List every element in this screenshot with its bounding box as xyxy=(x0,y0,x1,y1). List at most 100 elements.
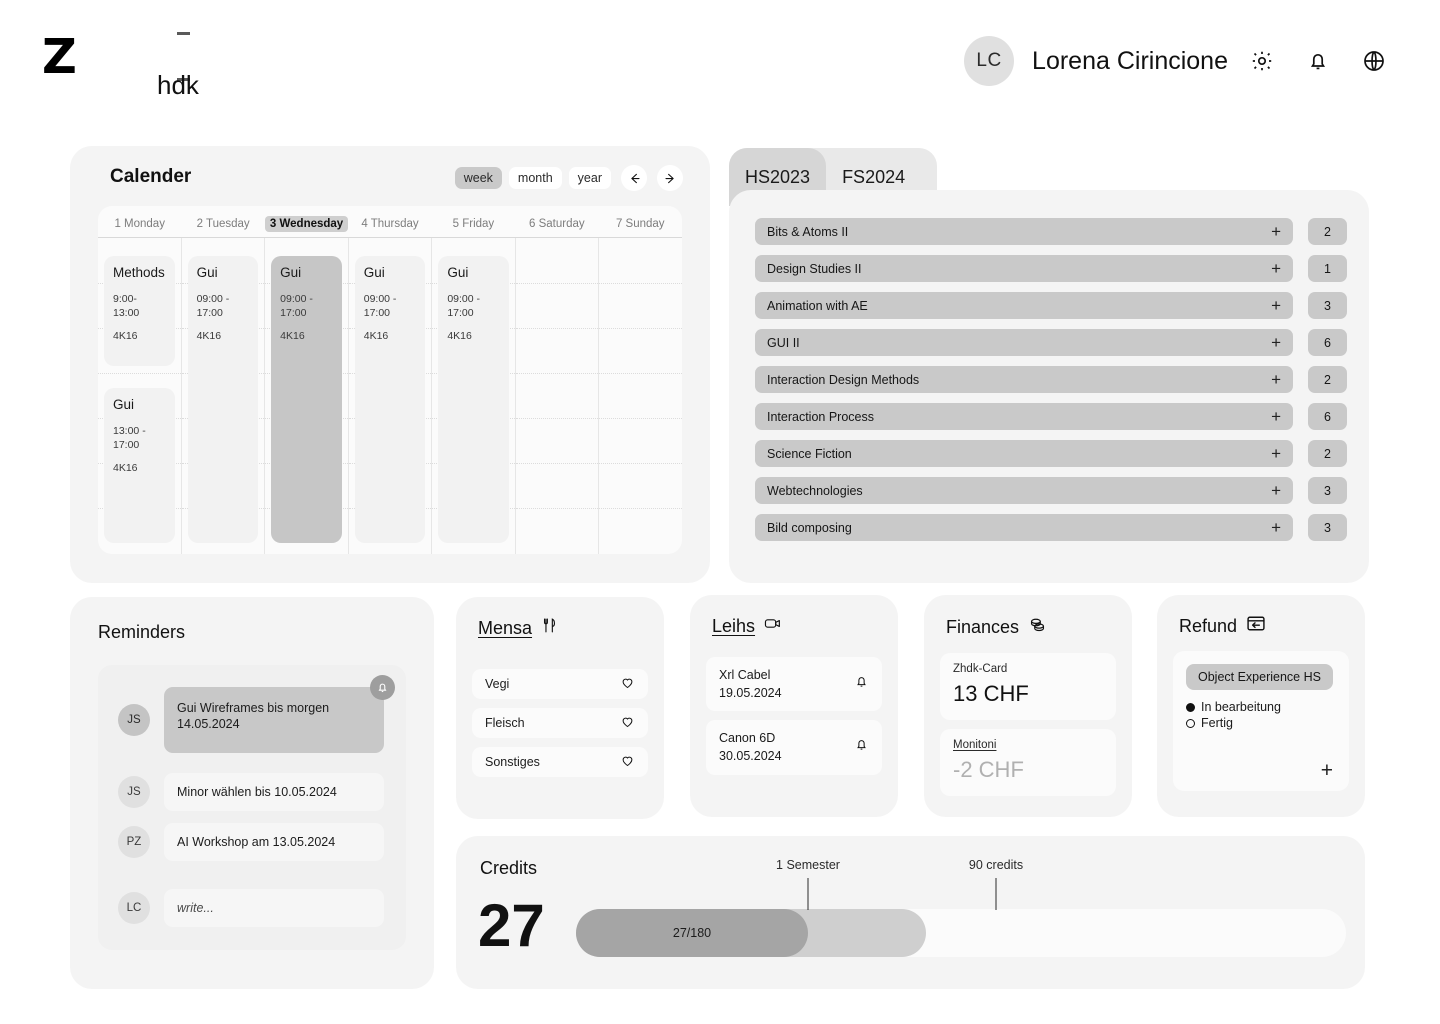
reminder-input[interactable]: write... xyxy=(164,889,384,928)
view-year-button[interactable]: year xyxy=(568,167,611,189)
calendar-day-column[interactable]: Gui 09:00 -17:00 4K16 xyxy=(348,238,433,554)
logo[interactable]: Z hdk xyxy=(42,26,199,100)
add-course-icon[interactable]: + xyxy=(1271,223,1281,240)
reminder-compose-row[interactable]: LC write... xyxy=(118,889,384,928)
finance-card[interactable]: Zhdk-Card 13 CHF xyxy=(940,653,1116,720)
heart-icon[interactable] xyxy=(620,714,635,732)
calendar-day-label: 2 Tuesday xyxy=(196,218,250,230)
course-pill[interactable]: Bits & Atoms II + xyxy=(755,218,1293,245)
course-pill[interactable]: Design Studies II + xyxy=(755,255,1293,282)
course-pill[interactable]: Interaction Design Methods + xyxy=(755,366,1293,393)
calendar-day-header[interactable]: 2 Tuesday xyxy=(181,216,264,237)
calendar-event[interactable]: Gui 09:00 -17:00 4K16 xyxy=(187,256,259,543)
reminder-item[interactable]: PZ AI Workshop am 13.05.2024 xyxy=(118,823,384,862)
mensa-item[interactable]: Fleisch xyxy=(472,708,648,738)
coins-icon xyxy=(1028,615,1047,639)
credits-marker-label: 1 Semester xyxy=(776,858,840,872)
calendar-day-column[interactable]: Methods 9:00- 13:00 4K16 Gui 13:00 -17:00 4K16 xyxy=(98,238,182,554)
event-time: 09:00 -17:00 xyxy=(280,293,313,320)
bell-icon[interactable] xyxy=(854,737,869,757)
avatar[interactable]: LC xyxy=(964,36,1015,86)
calendar-event[interactable]: Gui 09:00 -17:00 4K16 xyxy=(438,256,509,543)
calendar-day-header[interactable]: 3 Wednesday xyxy=(264,216,349,237)
calendar-day-column[interactable] xyxy=(599,238,682,554)
calendar-event[interactable]: Gui 13:00 -17:00 4K16 xyxy=(104,388,175,543)
next-week-button[interactable] xyxy=(657,165,683,191)
calendar-day-header[interactable]: 5 Friday xyxy=(432,216,515,237)
calendar-day-column[interactable]: Gui 09:00 -17:00 4K16 xyxy=(181,238,266,554)
leihs-item-text: Canon 6D 30.05.2024 xyxy=(719,729,854,765)
mensa-items: Vegi Fleisch Sonstiges xyxy=(472,669,648,786)
event-room: 4K16 xyxy=(113,462,138,475)
course-credits-badge: 2 xyxy=(1308,440,1347,467)
calendar-body[interactable]: Methods 9:00- 13:00 4K16 Gui 13:00 -17:00 4K16… xyxy=(98,238,682,554)
calendar-day-header[interactable]: 7 Sunday xyxy=(599,216,682,237)
course-name: Design Studies II xyxy=(767,261,862,276)
add-refund-button[interactable]: + xyxy=(1321,759,1333,783)
course-pill[interactable]: GUI II + xyxy=(755,329,1293,356)
reminder-text: AI Workshop am 13.05.2024 xyxy=(164,823,384,862)
avatar: LC xyxy=(118,892,150,925)
calendar-day-column[interactable] xyxy=(515,238,600,554)
reminder-item[interactable]: JS Minor wählen bis 10.05.2024 xyxy=(118,773,384,812)
add-course-icon[interactable]: + xyxy=(1271,408,1281,425)
finance-card[interactable]: Monitoni -2 CHF xyxy=(940,729,1116,796)
calendar-grid[interactable]: 1 Monday 2 Tuesday 3 Wednesday 4 Thursday 5 … xyxy=(98,206,682,554)
calendar-event[interactable]: Gui 09:00 -17:00 4K16 xyxy=(271,256,342,543)
globe-icon[interactable] xyxy=(1352,39,1396,83)
leihs-title: Leihs xyxy=(712,615,756,636)
bell-icon[interactable] xyxy=(1296,39,1340,83)
view-week-button[interactable]: week xyxy=(454,167,502,189)
view-month-button[interactable]: month xyxy=(508,167,562,189)
calendar-event[interactable]: Gui 09:00 -17:00 4K16 xyxy=(354,256,426,543)
calendar-controls: week month year xyxy=(454,165,683,191)
mensa-item[interactable]: Sonstiges xyxy=(472,747,648,777)
heart-icon[interactable] xyxy=(620,753,635,771)
mensa-item-label: Sonstiges xyxy=(485,755,540,769)
add-course-icon[interactable]: + xyxy=(1271,519,1281,536)
logo-z-mark: Z xyxy=(42,29,77,85)
mensa-header[interactable]: Mensa xyxy=(478,617,558,639)
course-pill[interactable]: Interaction Process + xyxy=(755,403,1293,430)
refund-status-done[interactable]: Fertig xyxy=(1186,716,1336,730)
reminder-item[interactable]: JS Gui Wireframes bis morgen 14.05.2024 xyxy=(118,675,395,753)
course-pill[interactable]: Science Fiction + xyxy=(755,440,1293,467)
bell-icon[interactable] xyxy=(854,674,869,694)
mensa-item-label: Fleisch xyxy=(485,716,525,730)
refund-chip[interactable]: Object Experience HS xyxy=(1186,664,1333,690)
course-pill[interactable]: Bild composing + xyxy=(755,514,1293,541)
camera-icon xyxy=(764,615,783,637)
course-name: Animation with AE xyxy=(767,298,868,313)
calendar-day-header[interactable]: 4 Thursday xyxy=(348,216,431,237)
add-course-icon[interactable]: + xyxy=(1271,260,1281,277)
course-pill[interactable]: Webtechnologies + xyxy=(755,477,1293,504)
credits-progress[interactable]: 27/180 xyxy=(576,909,1346,957)
calendar-day-column[interactable]: Gui 09:00 -17:00 4K16 xyxy=(432,238,516,554)
finances-panel: Finances Zhdk-Card 13 CHF Monitoni -2 CHF xyxy=(924,595,1132,817)
leihs-header[interactable]: Leihs xyxy=(712,615,783,637)
add-course-icon[interactable]: + xyxy=(1271,371,1281,388)
calendar-event[interactable]: Methods 9:00- 13:00 4K16 xyxy=(104,256,175,366)
add-course-icon[interactable]: + xyxy=(1271,334,1281,351)
course-pill[interactable]: Animation with AE + xyxy=(755,292,1293,319)
mensa-item[interactable]: Vegi xyxy=(472,669,648,699)
add-course-icon[interactable]: + xyxy=(1271,445,1281,462)
reminder-text: Minor wählen bis 10.05.2024 xyxy=(164,773,384,812)
fork-knife-icon xyxy=(541,617,558,639)
add-course-icon[interactable]: + xyxy=(1271,297,1281,314)
add-course-icon[interactable]: + xyxy=(1271,482,1281,499)
leihs-item[interactable]: Canon 6D 30.05.2024 xyxy=(706,720,882,775)
calendar-day-column[interactable]: Gui 09:00 -17:00 4K16 xyxy=(265,238,349,554)
finances-items: Zhdk-Card 13 CHF Monitoni -2 CHF xyxy=(940,653,1116,805)
course-credits-badge: 2 xyxy=(1308,366,1347,393)
leihs-item[interactable]: Xrl Cabel 19.05.2024 xyxy=(706,657,882,712)
gear-icon[interactable] xyxy=(1240,39,1284,83)
calendar-day-header[interactable]: 1 Monday xyxy=(98,216,181,237)
refund-status-in-progress[interactable]: In bearbeitung xyxy=(1186,700,1336,714)
bell-icon[interactable] xyxy=(370,675,395,700)
finance-amount: -2 CHF xyxy=(953,757,1024,782)
calendar-day-label: 3 Wednesday xyxy=(264,216,349,232)
prev-week-button[interactable] xyxy=(621,165,647,191)
heart-icon[interactable] xyxy=(620,675,635,693)
calendar-day-header[interactable]: 6 Saturday xyxy=(515,216,598,237)
